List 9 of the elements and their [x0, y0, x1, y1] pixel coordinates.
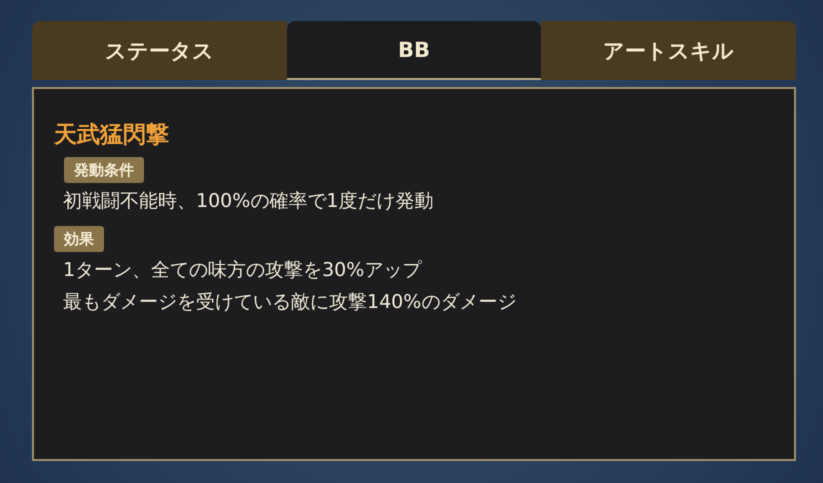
description-text: 初戦闘不能時、100%の確率で1度だけ発動 — [62, 189, 434, 214]
tab[interactable]: ステータス — [32, 21, 287, 80]
section-label: 効果 — [54, 226, 104, 252]
description-text: 1ターン、全ての味方の攻撃を30%アップ — [62, 258, 423, 283]
description-text: 最もダメージを受けている敵に攻撃140%のダメージ — [62, 290, 518, 315]
section-label: 発動条件 — [64, 157, 144, 183]
tab[interactable]: BB — [286, 21, 542, 80]
tab[interactable]: アートスキル — [541, 21, 796, 80]
skill-name: 天武猛閃撃 — [54, 121, 170, 150]
